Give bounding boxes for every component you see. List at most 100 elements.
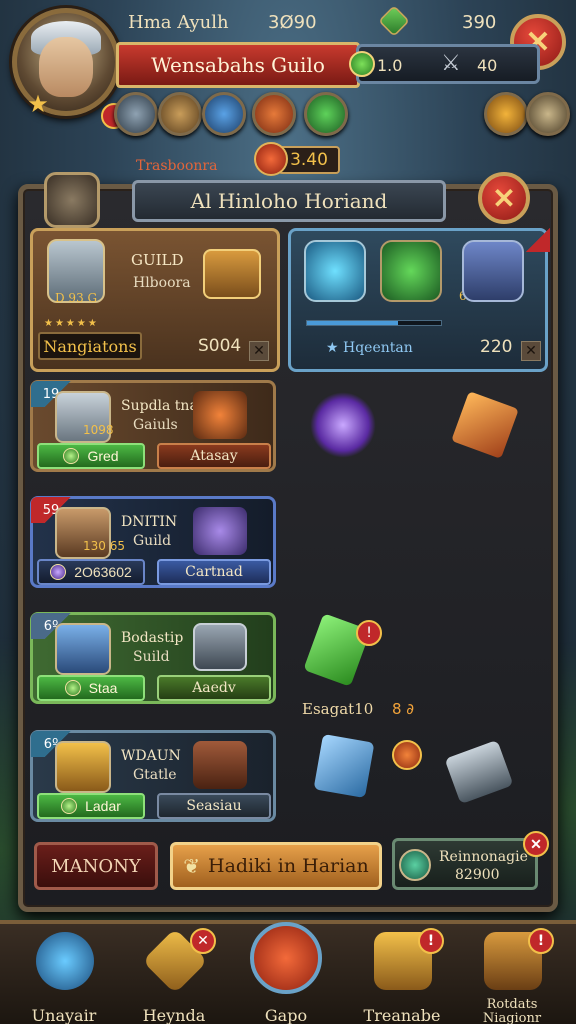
guild-title: WDAUN (121, 748, 181, 764)
bottom-nav: Unayair ✕ Heynda Gapo ! Treanabe ! Rotda… (0, 920, 576, 1024)
nav-item-heynda[interactable]: ✕ Heynda (124, 928, 224, 1024)
join-button[interactable]: Staa (37, 675, 145, 701)
event-orb-icon[interactable] (254, 142, 288, 176)
loot-text: Esagat10 (302, 700, 374, 718)
resource-value-2: 40 (477, 56, 498, 75)
ally-button-label: Atasay (190, 448, 238, 464)
tablet-icon (193, 623, 247, 671)
featured-kicker: GUILD (131, 251, 184, 269)
join-button-label: Staa (88, 680, 118, 696)
blue-orb-icon[interactable] (304, 240, 366, 302)
featured-name: Nangiatons (38, 332, 142, 360)
top-hud: ★ Hma Ayulh 3Ø90 390 ✕ Wensabahs Guilo 1… (0, 0, 576, 176)
ally-button-label: Cartnad (185, 564, 243, 580)
guild-title: Supdla tna (121, 398, 198, 414)
join-button[interactable]: Ladar (37, 793, 145, 819)
offer-close-button[interactable]: ✕ (523, 831, 549, 857)
fire-badge-icon (392, 740, 422, 770)
reward-progress-fill (307, 321, 399, 325)
featured-sub: Hlboora (133, 275, 191, 291)
player-avatar[interactable]: ★ (12, 8, 127, 129)
reward-label-text: Hqeentan (343, 340, 413, 356)
guild-title: DNITIN (121, 514, 178, 530)
offer-title: Reinnonagie (439, 849, 528, 865)
main-action-label: Hadiki in Harian (208, 855, 369, 877)
join-button[interactable]: 2O63602 (37, 559, 145, 585)
side-offer-card[interactable]: Reinnonagie 82900 ✕ (392, 831, 549, 890)
blue-crystal-icon[interactable] (313, 733, 375, 799)
green-rune-icon[interactable] (380, 240, 442, 302)
badge-fire-icon[interactable] (252, 92, 296, 136)
gold-count: 3Ø90 (268, 12, 317, 33)
guild-row[interactable]: 6º WDAUN Gtatle Ladar Seasiau (30, 730, 276, 822)
nav-label: Gapo (264, 1006, 308, 1024)
alert-badge-icon: ! (356, 620, 382, 646)
join-button-label: 2O63602 (74, 564, 132, 580)
guild-banner: Wensabahs Guilo (116, 42, 360, 88)
gem-icon (64, 680, 81, 696)
badge-shield-icon[interactable] (114, 92, 158, 136)
offer-value: 82900 (455, 867, 500, 883)
panel-close-button[interactable]: ✕ (478, 172, 530, 224)
reward-label: ★ Hqeentan (326, 340, 413, 356)
gem-icon (50, 564, 67, 580)
avatar-face (39, 37, 93, 97)
close-x-icon[interactable]: ✕ (249, 341, 269, 361)
manage-button[interactable]: MANONY (34, 842, 158, 890)
gold-coins-icon (55, 741, 111, 793)
guild-sub: Guild (133, 533, 172, 549)
ally-button[interactable]: Seasiau (157, 793, 271, 819)
cannon-icon (193, 741, 247, 789)
guild-sub: Gtatle (133, 767, 177, 783)
join-button[interactable]: Gred (37, 443, 145, 469)
badge-topaz-icon[interactable] (484, 92, 528, 136)
nav-item-rotdats[interactable]: ! Rotdats Niagionr (462, 928, 562, 1024)
nav-item-treanabe[interactable]: ! Treanabe (352, 928, 452, 1024)
nav-label: Rotdats Niagionr (482, 997, 542, 1024)
main-action-button[interactable]: ❦ Hadiki in Harian (170, 842, 382, 890)
nav-label: Treanabe (363, 1006, 441, 1024)
reward-progress-bar (306, 320, 442, 326)
flame-hammer-icon (193, 391, 247, 439)
notification-badge-icon: ! (418, 928, 444, 954)
guild-row[interactable]: 59 130 65 DNITIN Guild 2O63602 Cartnad (30, 496, 276, 588)
gem-icon (378, 5, 410, 37)
badge-crystal-icon[interactable] (202, 92, 246, 136)
blue-chest-icon[interactable] (462, 240, 524, 302)
treasure-chest-icon (203, 249, 261, 299)
guild-sub: Gaiuls (133, 417, 178, 433)
reward-close-x-icon[interactable]: ✕ (521, 341, 541, 361)
sword-icon: ⚔ (441, 51, 461, 76)
join-button-label: Gred (87, 448, 119, 464)
nav-item-unayair[interactable]: Unayair (14, 932, 114, 1024)
resource-value-1: 1.0 (377, 56, 403, 75)
gem-nav-icon (36, 932, 94, 990)
guild-hero-icon (55, 623, 111, 675)
featured-stats: D 93 G (55, 291, 98, 305)
badge-star-icon[interactable] (526, 92, 570, 136)
ally-button[interactable]: Aaedv (157, 675, 271, 701)
guild-stat: 1098 (83, 423, 114, 437)
ally-button[interactable]: Atasay (157, 443, 271, 469)
event-label: Trasboonra (136, 158, 218, 174)
corner-ribbon (526, 228, 550, 252)
nav-label: Heynda (142, 1006, 206, 1024)
purple-gem-icon[interactable] (310, 392, 376, 458)
heart-icon: ❦ (183, 854, 200, 878)
notification-badge-icon: ! (528, 928, 554, 954)
guild-row[interactable]: 19 1098 Supdla tna Gaiuls Gred Atasay (30, 380, 276, 472)
guild-emblem-icon (44, 172, 100, 228)
star-rating: ★★★★★ (44, 318, 99, 329)
gem-icon (63, 448, 80, 464)
nav-item-gapo[interactable]: Gapo (236, 922, 336, 1024)
loot-icons: 8 ∂ (392, 700, 415, 718)
ally-button-label: Aaedv (192, 680, 236, 696)
guild-row[interactable]: 6º Bodastip Suild Staa Aaedv (30, 612, 276, 704)
player-name: Hma Ayulh (128, 12, 229, 33)
badge-emerald-icon[interactable] (304, 92, 348, 136)
badge-hammer-icon[interactable] (158, 92, 202, 136)
join-button-label: Ladar (85, 798, 121, 814)
ally-button[interactable]: Cartnad (157, 559, 271, 585)
ally-button-label: Seasiau (186, 798, 242, 814)
green-gem-icon (349, 51, 375, 77)
